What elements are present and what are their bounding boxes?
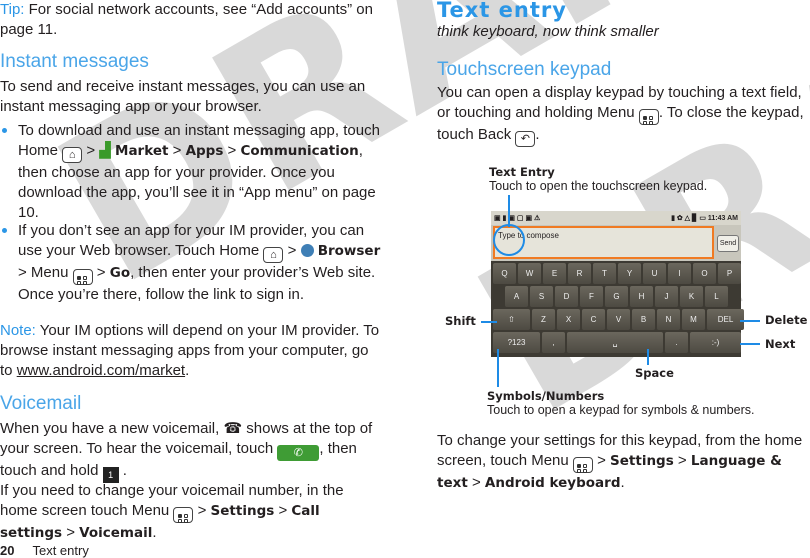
key-h[interactable]: H (630, 286, 653, 307)
next-callout: Next (765, 337, 796, 351)
key-m[interactable]: M (682, 309, 705, 330)
key-v[interactable]: V (607, 309, 630, 330)
key-w[interactable]: W (518, 263, 541, 284)
home-icon: ⌂ (62, 147, 83, 163)
page-subtitle: think keyboard, now think smaller (437, 23, 659, 40)
text-entry-leader (508, 195, 510, 227)
delete-leader (740, 320, 760, 322)
key-row-4: ?123 , ␣ . :-) (493, 332, 741, 353)
back-icon: ↶ (515, 131, 536, 147)
space-callout: Space (635, 366, 674, 380)
note-paragraph: Note: Your IM options will depend on you… (0, 322, 380, 379)
space-leader (647, 349, 649, 365)
menu-icon (72, 269, 93, 285)
symbols-callout: Symbols/Numbers Touch to open a keypad fo… (487, 389, 755, 417)
call-button-icon: ✆ (277, 445, 320, 461)
key-l[interactable]: L (705, 286, 728, 307)
bullet-web-browser: If you don’t see an app for your IM prov… (0, 221, 388, 305)
key-g[interactable]: G (605, 286, 628, 307)
phone-screenshot: ▣ ▮ ▣ ▢ ▣ ⚠ ▮ ✿ △ ▊ ▭ 11:43 AM Type to co… (491, 211, 744, 357)
key-t[interactable]: T (593, 263, 616, 284)
key-n[interactable]: N (657, 309, 680, 330)
key-q[interactable]: Q (493, 263, 516, 284)
period-key[interactable]: . (665, 332, 688, 353)
android-market-link[interactable]: www.android.com/market (17, 362, 185, 379)
key-x[interactable]: X (557, 309, 580, 330)
delete-callout: Delete (765, 313, 808, 327)
tip-label: Tip: (0, 1, 25, 18)
key-c[interactable]: C (582, 309, 605, 330)
key-f[interactable]: F (580, 286, 603, 307)
shift-key[interactable]: ⇧ (493, 309, 530, 330)
page-footer: 20 Text entry (0, 543, 89, 558)
key-u[interactable]: U (643, 263, 666, 284)
settings-paragraph: To change your settings for this keypad,… (437, 432, 803, 491)
key-p[interactable]: P (718, 263, 741, 284)
key-e[interactable]: E (543, 263, 566, 284)
key-row-2: ASDFGHJKL (505, 286, 728, 307)
im-intro: To send and receive instant messages, yo… (0, 78, 366, 115)
bullet-download-app: To download and use an instant messaging… (0, 121, 388, 223)
next-leader (740, 343, 760, 345)
market-icon: ▟ (99, 142, 111, 159)
keypad-paragraph: You can open a display keypad by touchin… (437, 84, 804, 147)
instant-messages-heading: Instant messages (0, 51, 149, 72)
shift-leader (481, 321, 497, 323)
menu-icon (572, 457, 593, 473)
text-entry-circle (493, 224, 525, 256)
voicemail-heading: Voicemail (0, 393, 82, 414)
delete-key[interactable]: DEL (707, 309, 744, 330)
comma-key[interactable]: , (542, 332, 565, 353)
menu-icon (638, 109, 659, 125)
key-s[interactable]: S (530, 286, 553, 307)
key-row-1: QWERTYUIOP (493, 263, 741, 284)
key-o[interactable]: O (693, 263, 716, 284)
clock: 11:43 AM (707, 215, 738, 222)
page-number: 20 (0, 543, 15, 558)
text-entry-callout: Text Entry Touch to open the touchscreen … (489, 165, 708, 193)
key-k[interactable]: K (680, 286, 703, 307)
key-a[interactable]: A (505, 286, 528, 307)
key-r[interactable]: R (568, 263, 591, 284)
key-b[interactable]: B (632, 309, 655, 330)
key-d[interactable]: D (555, 286, 578, 307)
status-bar: ▣ ▮ ▣ ▢ ▣ ⚠ ▮ ✿ △ ▊ ▭ 11:43 AM (491, 211, 741, 225)
key-j[interactable]: J (655, 286, 678, 307)
compose-field[interactable]: Type to compose (493, 226, 714, 259)
key-y[interactable]: Y (618, 263, 641, 284)
voicemail-number-paragraph: If you need to change your voicemail num… (0, 482, 344, 541)
status-icons: ▮ ✿ △ ▊ ▭ (671, 215, 708, 222)
key-i[interactable]: I (668, 263, 691, 284)
shift-callout: Shift (445, 314, 476, 328)
voicemail-icon: ☎ (223, 420, 243, 437)
footer-section: Text entry (32, 543, 89, 558)
symbols-key[interactable]: ?123 (493, 332, 540, 353)
page-title: Text entry (437, 0, 567, 22)
key-row-3: ⇧ Z X C V B N M DEL (493, 309, 744, 330)
tip-paragraph: Tip: For social network accounts, see “A… (0, 1, 373, 38)
smiley-next-key[interactable]: :-) (690, 332, 741, 353)
menu-icon (173, 507, 194, 523)
notification-icons: ▣ ▮ ▣ ▢ ▣ ⚠ (494, 215, 541, 222)
voicemail-paragraph: When you have a new voicemail, ☎ shows a… (0, 419, 385, 483)
symbols-leader (497, 349, 499, 387)
touchscreen-keypad-heading: Touchscreen keypad (437, 59, 612, 80)
home-icon: ⌂ (263, 247, 284, 263)
send-button[interactable]: Send (717, 235, 739, 252)
browser-icon (300, 244, 314, 257)
key-z[interactable]: Z (532, 309, 555, 330)
